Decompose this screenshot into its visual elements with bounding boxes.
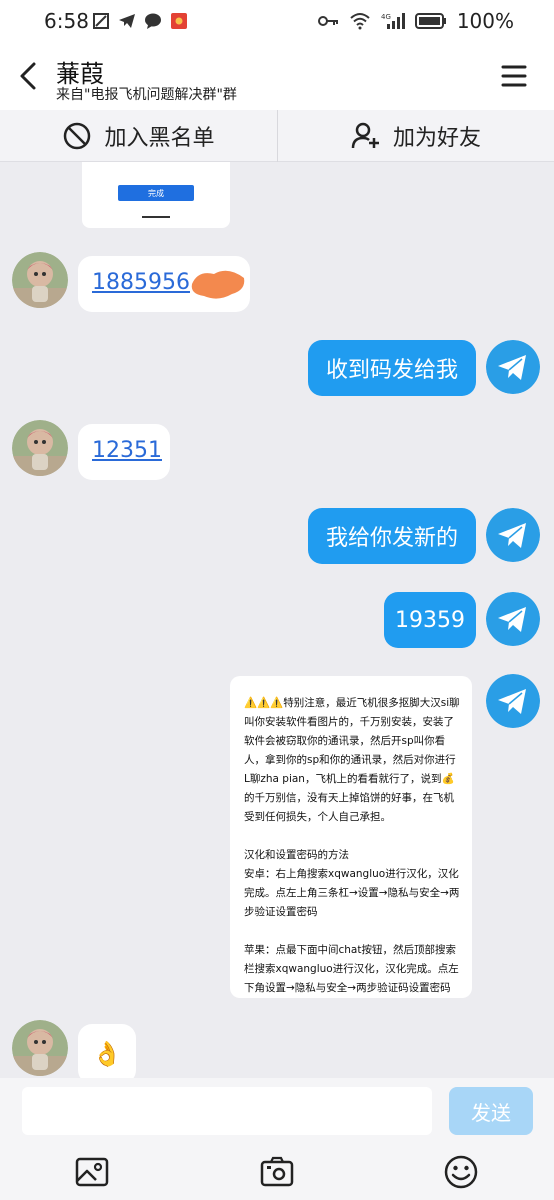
message-bubble[interactable]: 👌 — [78, 1024, 136, 1078]
back-button[interactable] — [14, 58, 44, 94]
action-bar: 加入黑名单 加为好友 — [0, 110, 554, 162]
bottom-toolbar — [0, 1142, 554, 1200]
send-button[interactable]: 发送 — [449, 1087, 533, 1135]
block-icon — [64, 122, 91, 150]
status-time: 6:58 — [44, 9, 89, 33]
add-friend-button[interactable]: 加为好友 — [277, 110, 554, 162]
message-bubble[interactable]: 1885956 — [78, 256, 250, 312]
camera-icon[interactable] — [259, 1154, 295, 1190]
notice-android-text: 安卓：右上角搜索xqwangluo进行汉化，汉化完成。点左上角三条杠→设置→隐私… — [244, 868, 460, 918]
image-message[interactable]: 完成 — [82, 162, 230, 228]
emoji-icon[interactable] — [443, 1154, 479, 1190]
notice-ios-text: 苹果：点最下面中间chat按钮，然后顶部搜索栏搜索xqwangluo进行汉化，汉… — [244, 944, 459, 994]
battery-icon — [414, 13, 446, 29]
svg-text:4G: 4G — [381, 13, 391, 21]
system-status: 4G 100% — [317, 9, 514, 33]
notice-warning-text: ⚠️⚠️⚠️特别注意，最近飞机很多抠脚大汉si聊叫你安装软件看图片的，千万别安装… — [244, 697, 460, 823]
hamburger-menu-icon[interactable] — [500, 62, 528, 90]
phone-number-link[interactable]: 1885956 — [92, 270, 190, 295]
app-notification-icon — [93, 13, 109, 29]
message-bubble[interactable]: 19359 — [384, 592, 476, 648]
battery-percentage: 100% — [456, 9, 514, 33]
notice-method-title: 汉化和设置密码的方法 — [244, 849, 349, 861]
telegram-notification-icon — [119, 14, 135, 28]
image-home-bar — [142, 216, 170, 218]
telegram-icon[interactable] — [486, 592, 540, 646]
sender-avatar[interactable] — [12, 252, 68, 308]
message-input[interactable] — [22, 1087, 432, 1135]
sender-avatar[interactable] — [12, 420, 68, 476]
block-label: 加入黑名单 — [104, 126, 215, 151]
block-button[interactable]: 加入黑名单 — [0, 110, 277, 162]
telegram-icon[interactable] — [486, 508, 540, 562]
chat-area[interactable]: 完成 1885956 收到码发给我 12351 我给你发新的 19359 ⚠️⚠… — [0, 162, 554, 1078]
status-bar: 6:58 4G 100% — [0, 0, 554, 44]
message-notification-icon — [145, 13, 161, 29]
notification-icons — [92, 12, 188, 30]
image-done-button: 完成 — [118, 185, 194, 201]
key-icon — [317, 16, 338, 26]
add-user-icon — [351, 122, 379, 149]
redaction-scribble — [191, 270, 245, 299]
telegram-icon[interactable] — [486, 340, 540, 394]
chat-subtitle: 来自"电报飞机问题解决群"群 — [56, 87, 237, 103]
message-bubble[interactable]: 12351 — [78, 424, 170, 480]
sender-avatar[interactable] — [12, 1020, 68, 1076]
red-app-notification-icon — [171, 13, 187, 29]
image-icon[interactable] — [74, 1154, 110, 1190]
wifi-icon — [350, 13, 370, 30]
telegram-icon[interactable] — [486, 674, 540, 728]
chat-header: 蒹葭 来自"电报飞机问题解决群"群 — [0, 44, 554, 110]
cellular-signal-icon: 4G — [381, 13, 405, 29]
input-bar: 发送 — [0, 1078, 554, 1142]
message-bubble[interactable]: 我给你发新的 — [308, 508, 476, 564]
add-friend-label: 加为好友 — [392, 126, 481, 151]
notice-message[interactable]: ⚠️⚠️⚠️特别注意，最近飞机很多抠脚大汉si聊叫你安装软件看图片的，千万别安装… — [230, 676, 472, 998]
message-bubble[interactable]: 收到码发给我 — [308, 340, 476, 396]
number-link[interactable]: 12351 — [92, 438, 162, 463]
